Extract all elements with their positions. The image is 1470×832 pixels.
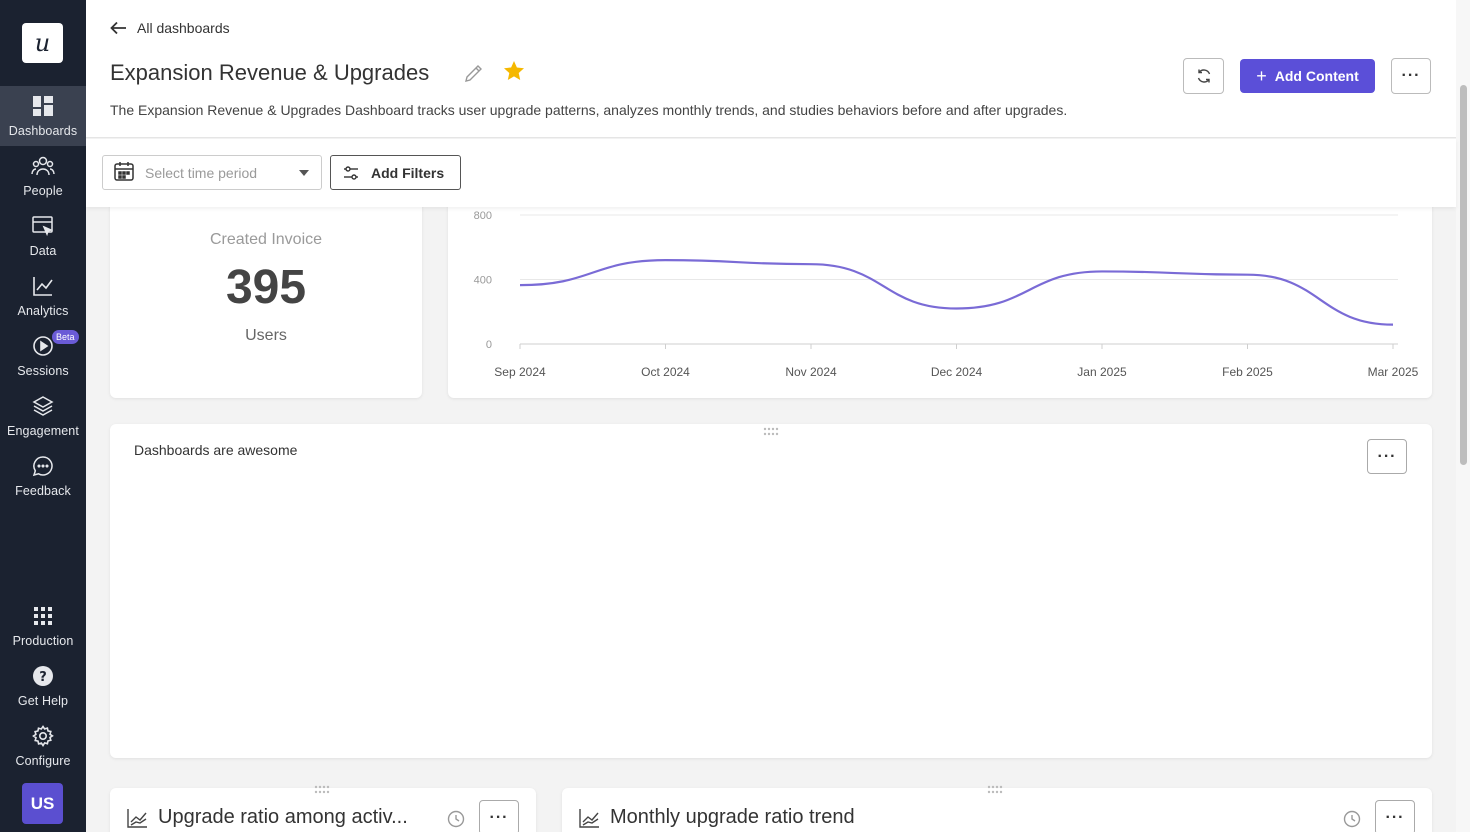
page-title: Expansion Revenue & Upgrades [110, 60, 430, 85]
sidebar: u Dashboards People Data Analytics Beta … [0, 0, 86, 832]
time-period-select[interactable]: Select time period [102, 155, 322, 190]
sidebar-item-label: Engagement [7, 424, 79, 438]
people-icon [31, 154, 55, 178]
sidebar-item-configure[interactable]: Configure [0, 716, 86, 776]
more-options-button[interactable]: ··· [1391, 58, 1431, 94]
time-period-placeholder: Select time period [145, 164, 258, 181]
add-content-button[interactable]: + Add Content [1240, 59, 1375, 93]
add-content-label: Add Content [1274, 68, 1359, 84]
star-icon[interactable] [502, 59, 526, 88]
x-tick-label: Sep 2024 [494, 365, 546, 379]
line-chart: 0 400 800 Sep 2024 Oct 2024 Nov 2024 Dec 2024 J… [474, 210, 1419, 379]
svg-text:?: ? [39, 670, 47, 685]
data-icon [31, 214, 55, 238]
x-tick-label: Mar 2025 [1368, 365, 1419, 379]
sidebar-item-label: Configure [15, 754, 71, 768]
back-link-label: All dashboards [137, 20, 230, 36]
sidebar-item-production[interactable]: Production [0, 596, 86, 656]
clock-icon[interactable] [1343, 810, 1361, 832]
back-link[interactable]: All dashboards [110, 20, 230, 36]
sidebar-item-label: Data [29, 244, 57, 258]
pencil-icon[interactable] [463, 62, 485, 89]
sidebar-item-label: Production [12, 634, 74, 648]
text-card: Dashboards are awesome ··· [110, 424, 1432, 758]
dashboard-header: All dashboards Expansion Revenue & Upgra… [86, 0, 1456, 138]
text-card-more-button[interactable]: ··· [1367, 439, 1407, 474]
layers-icon [31, 394, 55, 418]
gear-icon [31, 724, 55, 748]
sidebar-item-engagement[interactable]: Engagement [0, 386, 86, 446]
beta-badge: Beta [52, 330, 79, 344]
arrow-left-icon [110, 21, 126, 35]
monthly-upgrade-card: Monthly upgrade ratio trend ··· [562, 785, 1432, 832]
card-title: Monthly upgrade ratio trend [610, 806, 855, 828]
kpi-unit: Users [245, 327, 287, 344]
upgrade-ratio-card: Upgrade ratio among activ... ··· [110, 785, 536, 832]
sidebar-item-label: Analytics [17, 304, 69, 318]
filter-bar: Select time period Add Filters [86, 139, 1456, 207]
sidebar-item-label: Feedback [15, 484, 71, 498]
line-chart-card: 0 400 800 Sep 2024 Oct 2024 Nov 2024 Dec 2024 J… [448, 200, 1432, 398]
y-tick-label: 400 [474, 275, 492, 287]
sidebar-item-feedback[interactable]: Feedback [0, 446, 86, 506]
avatar[interactable]: US [22, 783, 63, 824]
kpi-value: 395 [225, 261, 307, 314]
add-filters-label: Add Filters [371, 164, 445, 181]
calendar-icon [113, 160, 135, 185]
x-tick-label: Dec 2024 [931, 365, 983, 379]
card-more-button[interactable]: ··· [479, 800, 519, 832]
kpi-card: Created Invoice 395 Users [110, 200, 422, 398]
app-logo[interactable]: u [22, 23, 63, 63]
y-tick-label: 0 [486, 339, 492, 351]
sidebar-item-label: Get Help [17, 694, 69, 708]
x-tick-label: Feb 2025 [1222, 365, 1273, 379]
sidebar-item-sessions[interactable]: Beta Sessions [0, 326, 86, 386]
dashboard-description: The Expansion Revenue & Upgrades Dashboa… [110, 102, 1068, 118]
refresh-button[interactable] [1183, 58, 1224, 94]
chat-icon [31, 454, 55, 478]
sidebar-item-data[interactable]: Data [0, 206, 86, 266]
help-icon: ? [31, 664, 55, 688]
chevron-down-icon [299, 170, 309, 176]
drag-handle-icon[interactable] [314, 785, 330, 795]
sidebar-item-analytics[interactable]: Analytics [0, 266, 86, 326]
x-tick-label: Jan 2025 [1077, 365, 1127, 379]
card-title: Upgrade ratio among activ... [158, 806, 408, 828]
drag-handle-icon[interactable] [763, 427, 779, 437]
x-tick-label: Oct 2024 [641, 365, 690, 379]
card-more-button[interactable]: ··· [1375, 800, 1415, 832]
dashboard-icon [31, 94, 55, 118]
sidebar-item-people[interactable]: People [0, 146, 86, 206]
sidebar-item-get-help[interactable]: ? Get Help [0, 656, 86, 716]
drag-handle-icon[interactable] [987, 785, 1003, 795]
chart-type-icon [578, 808, 600, 832]
grid-icon [31, 604, 55, 628]
y-tick-label: 800 [474, 210, 492, 222]
plus-icon: + [1256, 66, 1267, 86]
chart-type-icon [126, 808, 148, 832]
sidebar-item-dashboards[interactable]: Dashboards [0, 86, 86, 146]
sidebar-item-label: People [23, 184, 63, 198]
add-filters-button[interactable]: Add Filters [330, 155, 461, 190]
series-line [519, 259, 1394, 326]
x-tick-label: Nov 2024 [785, 365, 837, 379]
scrollbar-thumb[interactable] [1460, 85, 1467, 465]
filter-icon [344, 165, 358, 180]
text-card-title: Dashboards are awesome [134, 442, 298, 458]
analytics-icon [31, 274, 55, 298]
sidebar-item-label: Dashboards [8, 124, 78, 138]
clock-icon[interactable] [447, 810, 465, 832]
sidebar-item-label: Sessions [17, 364, 69, 378]
refresh-icon [1197, 69, 1210, 83]
kpi-label: Created Invoice [209, 231, 323, 248]
